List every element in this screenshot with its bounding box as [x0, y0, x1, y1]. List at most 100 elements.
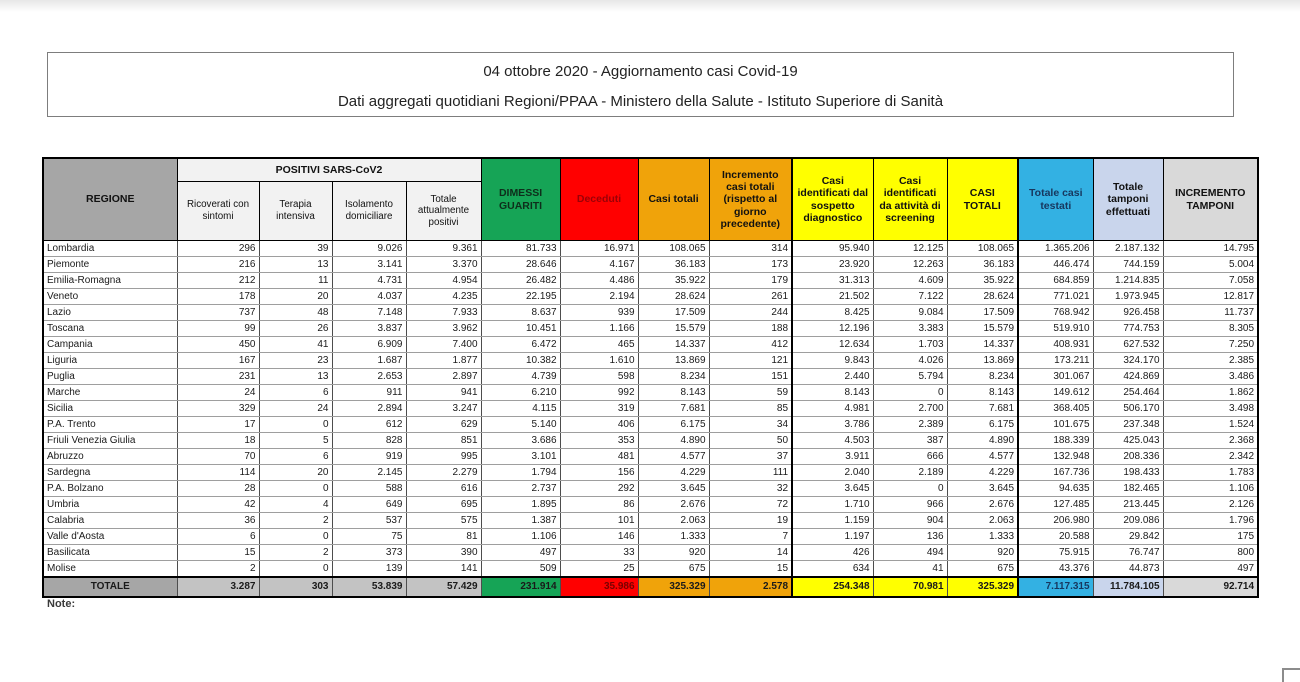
- value-cell: 76.747: [1093, 545, 1163, 561]
- value-cell: 75.915: [1018, 545, 1093, 561]
- value-cell: 4.115: [481, 401, 560, 417]
- value-cell: 26: [259, 321, 332, 337]
- value-cell: 851: [406, 433, 481, 449]
- covid-data-table: REGIONE POSITIVI SARS-CoV2 DIMESSI GUARI…: [42, 157, 1259, 598]
- value-cell: 7: [709, 529, 792, 545]
- value-cell: 675: [638, 561, 709, 578]
- totale-value-cell: 70.981: [873, 577, 947, 597]
- value-cell: 208.336: [1093, 449, 1163, 465]
- value-cell: 519.910: [1018, 321, 1093, 337]
- col-header-casi-totali-caps: CASI TOTALI: [947, 158, 1018, 241]
- value-cell: 13: [259, 257, 332, 273]
- value-cell: 175: [1163, 529, 1258, 545]
- value-cell: 146: [560, 529, 638, 545]
- value-cell: 0: [873, 385, 947, 401]
- totale-value-cell: 2.578: [709, 577, 792, 597]
- value-cell: 35.922: [947, 273, 1018, 289]
- value-cell: 373: [332, 545, 406, 561]
- value-cell: 8.637: [481, 305, 560, 321]
- value-cell: 3.383: [873, 321, 947, 337]
- value-cell: 81: [406, 529, 481, 545]
- value-cell: 4: [259, 497, 332, 513]
- table-row: Abruzzo7069199953.1014814.577373.9116664…: [43, 449, 1258, 465]
- value-cell: 12.634: [792, 337, 873, 353]
- region-cell: Emilia-Romagna: [43, 273, 177, 289]
- value-cell: 737: [177, 305, 259, 321]
- value-cell: 3.645: [638, 481, 709, 497]
- totale-value-cell: 7.117.315: [1018, 577, 1093, 597]
- value-cell: 101: [560, 513, 638, 529]
- value-cell: 7.681: [638, 401, 709, 417]
- value-cell: 136: [873, 529, 947, 545]
- value-cell: 101.675: [1018, 417, 1093, 433]
- value-cell: 31.313: [792, 273, 873, 289]
- col-header-totale-positivi: Totale attualmente positivi: [406, 182, 481, 241]
- table-row: Sicilia329242.8943.2474.1153197.681854.9…: [43, 401, 1258, 417]
- value-cell: 1.106: [1163, 481, 1258, 497]
- col-header-screening: Casi identificati da attività di screeni…: [873, 158, 947, 241]
- value-cell: 188: [709, 321, 792, 337]
- value-cell: 37: [709, 449, 792, 465]
- value-cell: 198.433: [1093, 465, 1163, 481]
- col-header-tamponi: Totale tamponi effettuati: [1093, 158, 1163, 241]
- value-cell: 2.126: [1163, 497, 1258, 513]
- value-cell: 1.610: [560, 353, 638, 369]
- value-cell: 44.873: [1093, 561, 1163, 578]
- value-cell: 2: [259, 545, 332, 561]
- value-cell: 0: [259, 561, 332, 578]
- value-cell: 11.737: [1163, 305, 1258, 321]
- value-cell: 509: [481, 561, 560, 578]
- value-cell: 8.234: [947, 369, 1018, 385]
- value-cell: 11: [259, 273, 332, 289]
- bulletin-title: 04 ottobre 2020 - Aggiornamento casi Cov…: [48, 63, 1233, 80]
- value-cell: 9.843: [792, 353, 873, 369]
- value-cell: 919: [332, 449, 406, 465]
- value-cell: 111: [709, 465, 792, 481]
- col-group-positivi-sars-cov2: POSITIVI SARS-CoV2: [177, 158, 481, 182]
- value-cell: 29.842: [1093, 529, 1163, 545]
- region-cell: Umbria: [43, 497, 177, 513]
- value-cell: 2.187.132: [1093, 241, 1163, 257]
- value-cell: 1.895: [481, 497, 560, 513]
- value-cell: 9.026: [332, 241, 406, 257]
- value-cell: 12.263: [873, 257, 947, 273]
- value-cell: 675: [947, 561, 1018, 578]
- value-cell: 6: [259, 449, 332, 465]
- value-cell: 629: [406, 417, 481, 433]
- value-cell: 206.980: [1018, 513, 1093, 529]
- table-row: Marche2469119416.2109928.143598.14308.14…: [43, 385, 1258, 401]
- value-cell: 15.579: [638, 321, 709, 337]
- value-cell: 12.125: [873, 241, 947, 257]
- region-cell: Piemonte: [43, 257, 177, 273]
- value-cell: 21.502: [792, 289, 873, 305]
- value-cell: 212: [177, 273, 259, 289]
- region-cell: Molise: [43, 561, 177, 578]
- value-cell: 244: [709, 305, 792, 321]
- table-row: Umbria4246496951.895862.676721.7109662.6…: [43, 497, 1258, 513]
- value-cell: 390: [406, 545, 481, 561]
- value-cell: 15.579: [947, 321, 1018, 337]
- value-cell: 2.389: [873, 417, 947, 433]
- table-row: Sardegna114202.1452.2791.7941564.2291112…: [43, 465, 1258, 481]
- value-cell: 33: [560, 545, 638, 561]
- value-cell: 627.532: [1093, 337, 1163, 353]
- value-cell: 7.148: [332, 305, 406, 321]
- value-cell: 920: [947, 545, 1018, 561]
- value-cell: 261: [709, 289, 792, 305]
- table-row: Piemonte216133.1413.37028.6464.16736.183…: [43, 257, 1258, 273]
- value-cell: 8.143: [638, 385, 709, 401]
- value-cell: 209.086: [1093, 513, 1163, 529]
- value-cell: 1.197: [792, 529, 873, 545]
- value-cell: 3.686: [481, 433, 560, 449]
- value-cell: 2.676: [947, 497, 1018, 513]
- value-cell: 446.474: [1018, 257, 1093, 273]
- value-cell: 3.486: [1163, 369, 1258, 385]
- value-cell: 167: [177, 353, 259, 369]
- table-row: Lombardia296399.0269.36181.73316.971108.…: [43, 241, 1258, 257]
- value-cell: 14.337: [947, 337, 1018, 353]
- value-cell: 36.183: [638, 257, 709, 273]
- value-cell: 1.710: [792, 497, 873, 513]
- value-cell: 12.817: [1163, 289, 1258, 305]
- value-cell: 2.342: [1163, 449, 1258, 465]
- value-cell: 4.954: [406, 273, 481, 289]
